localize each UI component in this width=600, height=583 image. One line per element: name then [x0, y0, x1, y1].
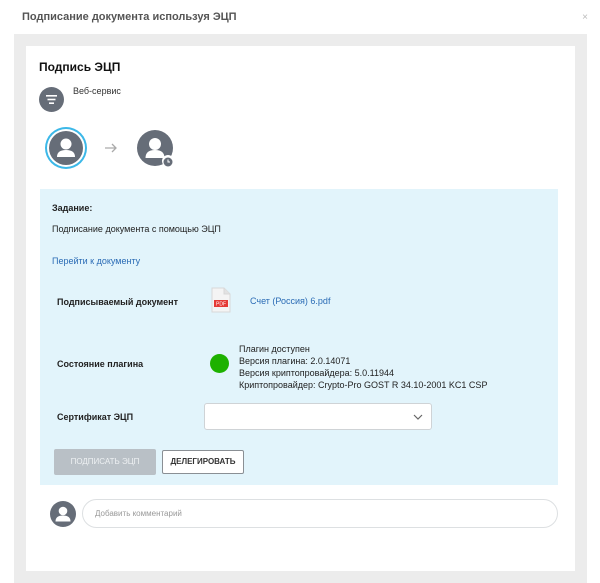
plugin-available: Плагин доступен	[239, 344, 310, 354]
task-text: Подписание документа с помощью ЭЦП	[52, 224, 221, 234]
pdf-badge: PDF	[216, 302, 226, 308]
comment-input[interactable]	[82, 499, 558, 528]
sign-button[interactable]: ПОДПИСАТЬ ЭЦП	[54, 449, 156, 475]
status-dot-icon	[210, 354, 229, 373]
go-to-document-link[interactable]: Перейти к документу	[52, 256, 140, 266]
chevron-down-icon	[413, 414, 423, 420]
plugin-status-label: Состояние плагина	[57, 359, 144, 369]
crypto-provider: Криптопровайдер: Crypto-Pro GOST R 34.10…	[239, 380, 488, 390]
plugin-info: Плагин доступен Версия плагина: 2.0.1407…	[239, 343, 487, 391]
modal-body: Подпись ЭЦП Веб-сервис Задание: Подписан…	[14, 34, 587, 583]
modal-title: Подписание документа используя ЭЦП	[22, 11, 237, 23]
document-file-link[interactable]: Счет (Россия) 6.pdf	[250, 296, 330, 306]
user-avatar-icon	[55, 506, 71, 522]
signature-card: Подпись ЭЦП Веб-сервис Задание: Подписан…	[26, 46, 575, 571]
modal-header: Подписание документа используя ЭЦП ×	[0, 0, 600, 34]
pdf-file-icon[interactable]: PDF	[211, 287, 231, 313]
delegate-button[interactable]: ДЕЛЕГИРОВАТЬ	[162, 450, 244, 474]
task-label: Задание:	[52, 203, 93, 213]
arrow-right-icon	[105, 143, 117, 153]
task-panel: Задание: Подписание документа с помощью …	[40, 189, 558, 485]
crypto-provider-version: Версия криптопровайдера: 5.0.11944	[239, 368, 395, 378]
user-avatar-icon	[57, 138, 75, 157]
close-icon[interactable]: ×	[582, 12, 588, 23]
certificate-select[interactable]	[204, 403, 432, 430]
service-label: Веб-сервис	[73, 86, 121, 96]
document-label: Подписываемый документ	[57, 297, 179, 307]
user-clock-icon	[162, 155, 174, 167]
comment-avatar	[50, 501, 76, 527]
certificate-label: Сертификат ЭЦП	[57, 412, 134, 422]
plugin-version: Версия плагина: 2.0.14071	[239, 356, 351, 366]
step-current-avatar	[49, 131, 83, 165]
list-lines-icon	[39, 87, 64, 112]
card-title: Подпись ЭЦП	[39, 60, 121, 74]
